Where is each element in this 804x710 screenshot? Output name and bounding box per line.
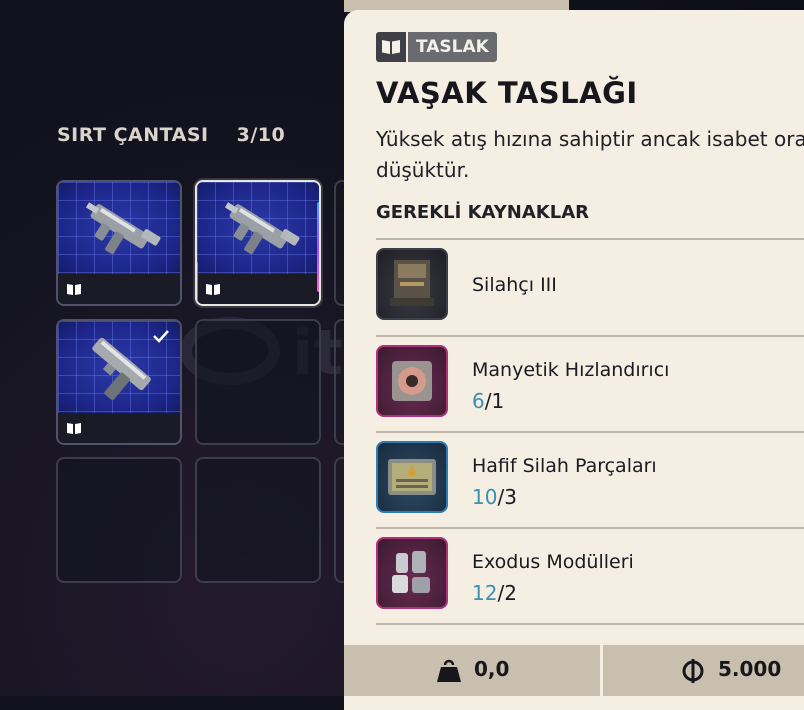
inventory-slot-selected[interactable] bbox=[195, 180, 321, 306]
requirement-row[interactable]: Hafif Silah Parçaları 10/3 bbox=[376, 433, 804, 527]
smg-icon bbox=[85, 202, 161, 255]
requirements-heading: GEREKLİ KAYNAKLAR bbox=[376, 202, 590, 223]
blueprint-tag: TASLAK bbox=[376, 32, 497, 62]
requirement-row[interactable]: Manyetik Hızlandırıcı 6/1 bbox=[376, 337, 804, 431]
requirement-name: Manyetik Hızlandırıcı bbox=[472, 359, 670, 381]
rarity-glow bbox=[197, 262, 198, 304]
workbench-icon bbox=[376, 248, 448, 320]
magnetic-accelerator-icon bbox=[376, 345, 448, 417]
requirement-name: Exodus Modülleri bbox=[472, 551, 634, 573]
weight-bar: 0,0 bbox=[344, 645, 600, 696]
owned-quantity: 6 bbox=[472, 389, 485, 413]
book-icon bbox=[67, 423, 81, 434]
requirement-row[interactable]: Exodus Modülleri 12/2 bbox=[376, 529, 804, 623]
price-value: 5.000 bbox=[718, 657, 782, 681]
required-quantity: /3 bbox=[497, 485, 517, 509]
rarity-glow bbox=[317, 202, 319, 292]
inventory-slot[interactable] bbox=[56, 319, 182, 445]
checkmark-icon bbox=[153, 330, 169, 343]
owned-quantity: 12 bbox=[472, 581, 498, 605]
tag-label: TASLAK bbox=[408, 32, 497, 62]
item-detail-panel: TASLAK VAŞAK TASLAĞI Yüksek atış hızına … bbox=[344, 10, 804, 710]
weight-icon bbox=[437, 659, 461, 682]
item-description: Yüksek atış hızına sahiptir ancak isabet… bbox=[376, 127, 804, 182]
owned-quantity: 10 bbox=[472, 485, 498, 509]
requirement-quantity: 12/2 bbox=[472, 581, 517, 605]
inventory-slot-empty[interactable] bbox=[56, 457, 182, 583]
requirement-name: Hafif Silah Parçaları bbox=[472, 455, 657, 477]
light-weapon-parts-icon bbox=[376, 441, 448, 513]
requirement-name: Silahçı III bbox=[472, 274, 557, 296]
inventory-slot-empty[interactable] bbox=[195, 319, 321, 445]
divider bbox=[376, 623, 804, 625]
smg-icon bbox=[224, 202, 300, 255]
book-icon bbox=[376, 32, 406, 62]
requirement-row[interactable]: Silahçı III bbox=[376, 240, 804, 334]
requirement-quantity: 10/3 bbox=[472, 485, 517, 509]
item-title: VAŞAK TASLAĞI bbox=[376, 76, 638, 110]
requirement-quantity: 6/1 bbox=[472, 389, 504, 413]
item-art bbox=[197, 182, 319, 274]
price-bar: 5.000 bbox=[603, 645, 804, 696]
book-icon bbox=[206, 284, 220, 295]
weight-value: 0,0 bbox=[474, 657, 510, 681]
backpack-header: SIRT ÇANTASI 3/10 bbox=[57, 124, 285, 146]
backpack-count: 3/10 bbox=[236, 124, 286, 146]
inventory-slot[interactable] bbox=[56, 180, 182, 306]
book-icon bbox=[67, 284, 81, 295]
backpack-title: SIRT ÇANTASI bbox=[57, 124, 209, 146]
required-quantity: /1 bbox=[484, 389, 505, 413]
required-quantity: /2 bbox=[497, 581, 517, 605]
exodus-modules-icon bbox=[376, 537, 448, 609]
inventory-slot-empty[interactable] bbox=[195, 457, 321, 583]
item-art bbox=[58, 182, 180, 274]
coin-icon bbox=[682, 659, 704, 683]
